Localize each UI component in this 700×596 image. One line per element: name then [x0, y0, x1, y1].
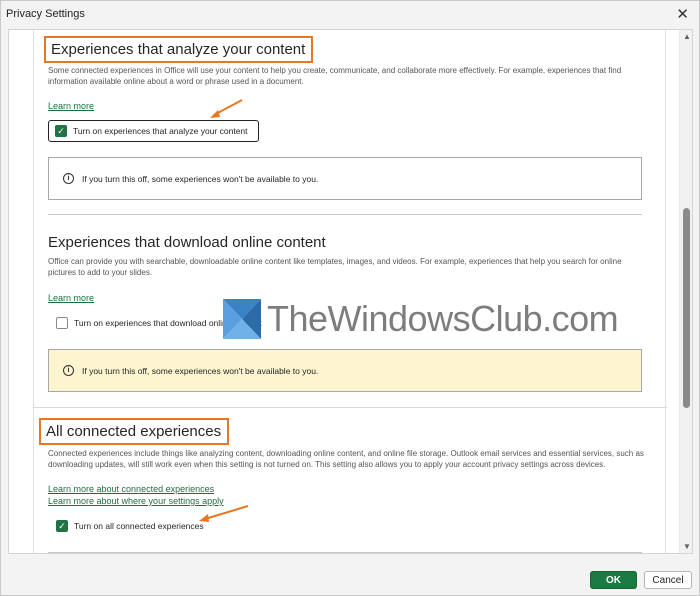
checked-icon[interactable]: ✓ — [56, 520, 68, 532]
scroll-up-arrow-icon[interactable]: ▲ — [683, 32, 691, 41]
scroll-down-arrow-icon[interactable]: ▼ — [683, 542, 691, 551]
close-icon[interactable]: ✕ — [676, 5, 689, 23]
divider — [48, 214, 642, 215]
section-desc-all: Connected experiences include things lik… — [48, 449, 644, 469]
analyze-content-checkbox[interactable]: ✓ Turn on experiences that analyze your … — [48, 120, 259, 142]
window-title: Privacy Settings — [6, 8, 85, 20]
annotation-arrow-icon — [210, 99, 243, 118]
settings-content: Experiences that analyze your content So… — [33, 30, 667, 553]
watermark: TheWindowsClub.com — [223, 298, 619, 340]
learn-more-analyze-link[interactable]: Learn more — [48, 101, 94, 111]
section-title-analyze: Experiences that analyze your content — [44, 36, 314, 63]
learn-more-download-link[interactable]: Learn more — [48, 293, 94, 303]
divider — [48, 552, 642, 553]
settings-scroll-area[interactable]: Experiences that analyze your content So… — [8, 29, 693, 554]
analyze-info-box: i If you turn this off, some experiences… — [48, 157, 642, 200]
learn-more-connected-link[interactable]: Learn more about connected experiences — [48, 484, 214, 494]
checked-icon[interactable]: ✓ — [55, 125, 67, 137]
section-desc-analyze: Some connected experiences in Office wil… — [48, 66, 622, 86]
section-title-download: Experiences that download online content — [48, 234, 326, 251]
privacy-settings-dialog: Privacy Settings ✕ Experiences that anal… — [0, 0, 700, 596]
analyze-checkbox-label: Turn on experiences that analyze your co… — [73, 126, 248, 136]
download-info-text: If you turn this off, some experiences w… — [82, 365, 319, 376]
section-desc-download: Office can provide you with searchable, … — [48, 257, 622, 277]
watermark-logo-icon — [223, 299, 261, 339]
download-info-box: i If you turn this off, some experiences… — [48, 349, 642, 392]
unchecked-icon[interactable] — [56, 317, 68, 329]
all-checkbox-label: Turn on all connected experiences — [74, 521, 204, 531]
vertical-scrollbar[interactable]: ▲ ▼ — [679, 30, 692, 553]
annotation-arrow-icon — [199, 505, 249, 522]
cancel-button[interactable]: Cancel — [644, 571, 692, 589]
divider — [34, 407, 667, 408]
section-title-all: All connected experiences — [39, 418, 230, 445]
analyze-info-text: If you turn this off, some experiences w… — [82, 173, 319, 184]
info-icon: i — [63, 173, 74, 184]
scroll-thumb[interactable] — [683, 208, 690, 408]
info-icon: i — [63, 365, 74, 376]
watermark-text: TheWindowsClub.com — [267, 298, 619, 339]
ok-button[interactable]: OK — [590, 571, 637, 589]
all-connected-checkbox[interactable]: ✓ Turn on all connected experiences — [56, 520, 204, 532]
title-bar: Privacy Settings ✕ — [1, 1, 699, 27]
